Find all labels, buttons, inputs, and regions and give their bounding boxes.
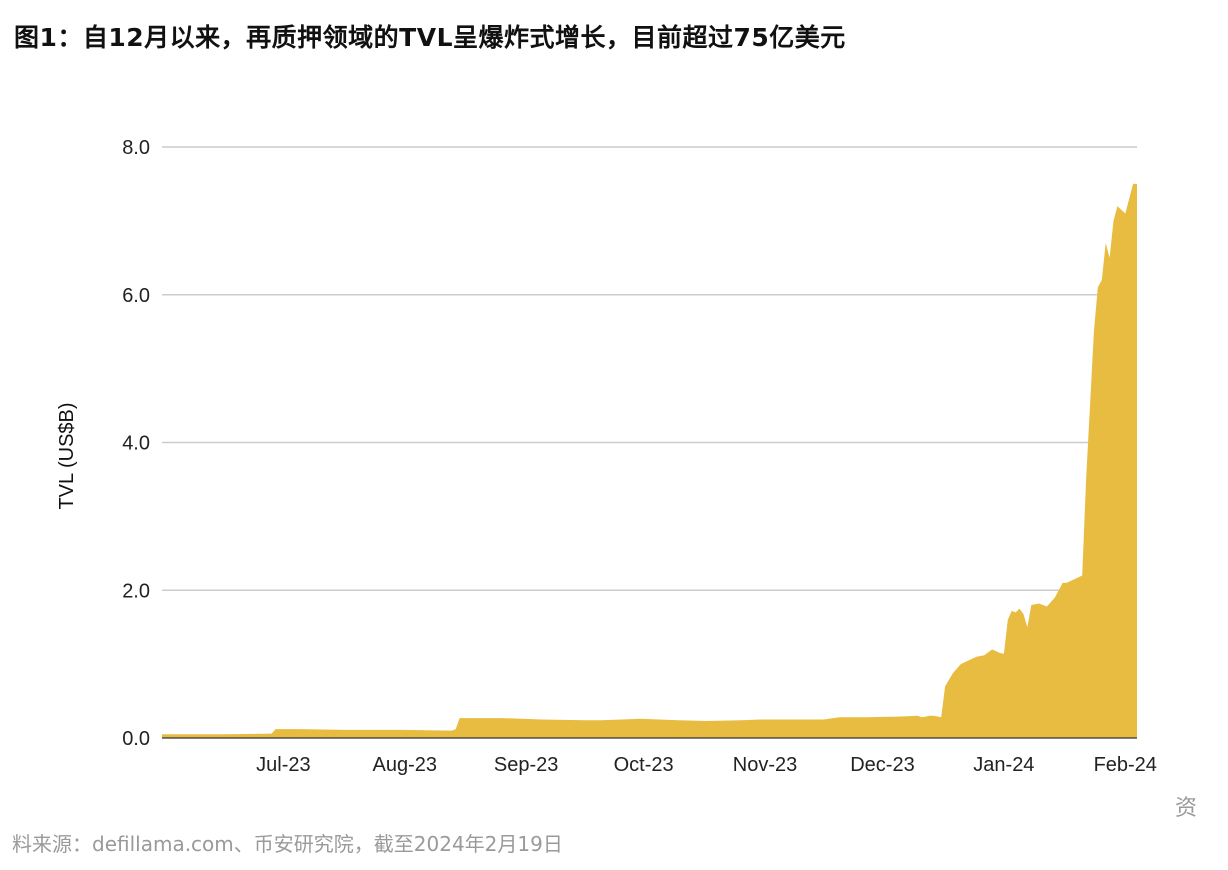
y-tick-label: 4.0 <box>122 433 150 455</box>
chart-plot: 0.0 2.0 4.0 6.0 8.0 Jul-23 Aug-23 Sep-23 Oct-23… <box>56 137 1157 776</box>
x-tick-label: Oct-23 <box>614 754 674 776</box>
y-axis-label: TVL (US$B) <box>56 402 78 509</box>
x-tick-label: Jan-24 <box>973 754 1034 776</box>
tvl-area <box>162 183 1137 738</box>
truncated-text: 资 <box>1175 796 1198 821</box>
x-tick-label: Dec-23 <box>850 754 914 776</box>
x-tick-label: Aug-23 <box>373 754 438 776</box>
x-tick-label: Feb-24 <box>1094 754 1157 776</box>
y-tick-labels: 0.0 2.0 4.0 6.0 8.0 <box>122 137 150 750</box>
gridlines <box>162 146 1137 591</box>
x-tick-labels: Jul-23 Aug-23 Sep-23 Oct-23 Nov-23 Dec-23 Jan-… <box>256 754 1157 776</box>
y-tick-label: 0.0 <box>122 728 150 750</box>
y-tick-label: 6.0 <box>122 285 150 307</box>
x-tick-label: Jul-23 <box>256 754 310 776</box>
x-tick-label: Nov-23 <box>733 754 797 776</box>
area-series <box>162 183 1137 738</box>
y-tick-label: 2.0 <box>122 580 150 602</box>
x-tick-label: Sep-23 <box>494 754 559 776</box>
chart-figure: 图1：自12月以来，再质押领域的TVL呈爆炸式增长，目前超过75亿美元 0.0 2… <box>0 0 1228 870</box>
source-note: 料来源：defillama.com、币安研究院，截至2024年2月19日 <box>12 832 563 856</box>
y-tick-label: 8.0 <box>122 137 150 159</box>
